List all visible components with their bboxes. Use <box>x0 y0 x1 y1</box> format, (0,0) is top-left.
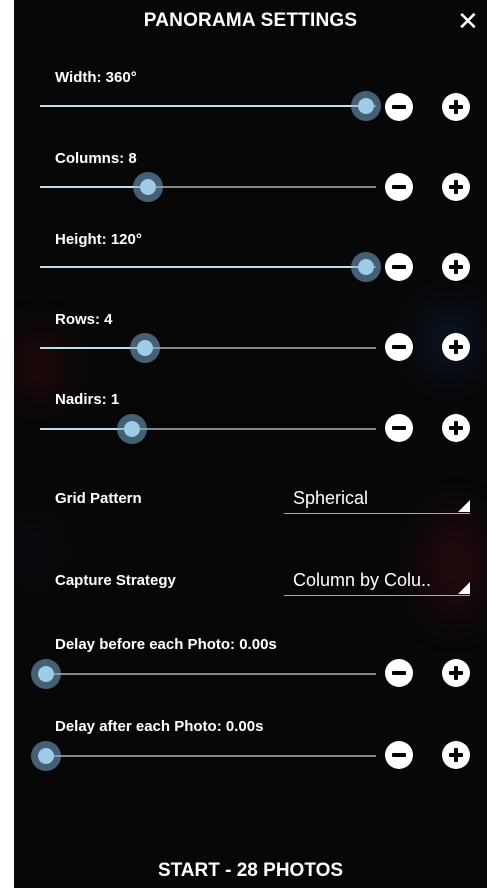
dropdown-triangle-icon <box>458 500 470 512</box>
width-increase-button[interactable] <box>442 93 470 121</box>
width-label: Width: 360° <box>55 69 137 86</box>
nadirs-label: Nadirs: 1 <box>55 391 120 408</box>
grid-pattern-value: Spherical <box>293 488 369 508</box>
width-decrease-button[interactable] <box>385 93 413 121</box>
background-blob <box>14 520 54 580</box>
capture-strategy-value: Column by Colu.. <box>293 570 432 590</box>
dropdown-underline <box>284 513 470 514</box>
slider-thumb[interactable] <box>351 252 381 282</box>
delay-after-increase-button[interactable] <box>442 741 470 769</box>
columns-label: Columns: 8 <box>55 150 137 167</box>
grid-pattern-label: Grid Pattern <box>55 490 142 507</box>
background-blob <box>14 330 64 400</box>
dropdown-triangle-icon <box>458 582 470 594</box>
rows-increase-button[interactable] <box>442 333 470 361</box>
start-button[interactable]: START - 28 PHOTOS <box>14 860 487 882</box>
close-icon[interactable]: ✕ <box>457 8 479 34</box>
rows-label: Rows: 4 <box>55 311 113 328</box>
height-slider[interactable] <box>40 252 381 282</box>
page-title: PANORAMA SETTINGS <box>143 10 358 31</box>
slider-thumb[interactable] <box>31 741 61 771</box>
slider-thumb[interactable] <box>117 414 148 444</box>
grid-pattern-dropdown[interactable]: Spherical <box>284 484 470 514</box>
delay-after-label: Delay after each Photo: 0.00s <box>55 718 264 735</box>
delay-before-decrease-button[interactable] <box>385 659 413 687</box>
delay-after-decrease-button[interactable] <box>385 741 413 769</box>
dropdown-underline <box>284 595 470 596</box>
height-increase-button[interactable] <box>442 253 470 281</box>
slider-thumb[interactable] <box>31 659 61 689</box>
nadirs-slider[interactable] <box>40 414 376 444</box>
rows-decrease-button[interactable] <box>385 333 413 361</box>
slider-fill <box>40 105 366 107</box>
nadirs-decrease-button[interactable] <box>385 414 413 442</box>
delay-after-slider[interactable] <box>31 741 376 771</box>
delay-before-slider[interactable] <box>31 659 376 689</box>
columns-increase-button[interactable] <box>442 173 470 201</box>
nadirs-increase-button[interactable] <box>442 414 470 442</box>
slider-thumb[interactable] <box>351 91 381 121</box>
delay-before-label: Delay before each Photo: 0.00s <box>55 636 277 653</box>
panorama-settings-panel: PANORAMA SETTINGS ✕ Width: 360° Columns:… <box>14 0 487 888</box>
delay-before-increase-button[interactable] <box>442 659 470 687</box>
height-label: Height: 120° <box>55 231 142 248</box>
slider-fill <box>40 186 149 188</box>
width-slider[interactable] <box>40 91 381 121</box>
height-decrease-button[interactable] <box>385 253 413 281</box>
rows-slider[interactable] <box>40 333 376 363</box>
columns-slider[interactable] <box>40 172 376 202</box>
slider-fill <box>40 266 366 268</box>
slider-thumb[interactable] <box>133 172 164 202</box>
slider-thumb[interactable] <box>130 333 161 363</box>
capture-strategy-dropdown[interactable]: Column by Colu.. <box>284 566 470 596</box>
columns-decrease-button[interactable] <box>385 173 413 201</box>
capture-strategy-label: Capture Strategy <box>55 572 176 589</box>
background-blob <box>419 510 487 620</box>
